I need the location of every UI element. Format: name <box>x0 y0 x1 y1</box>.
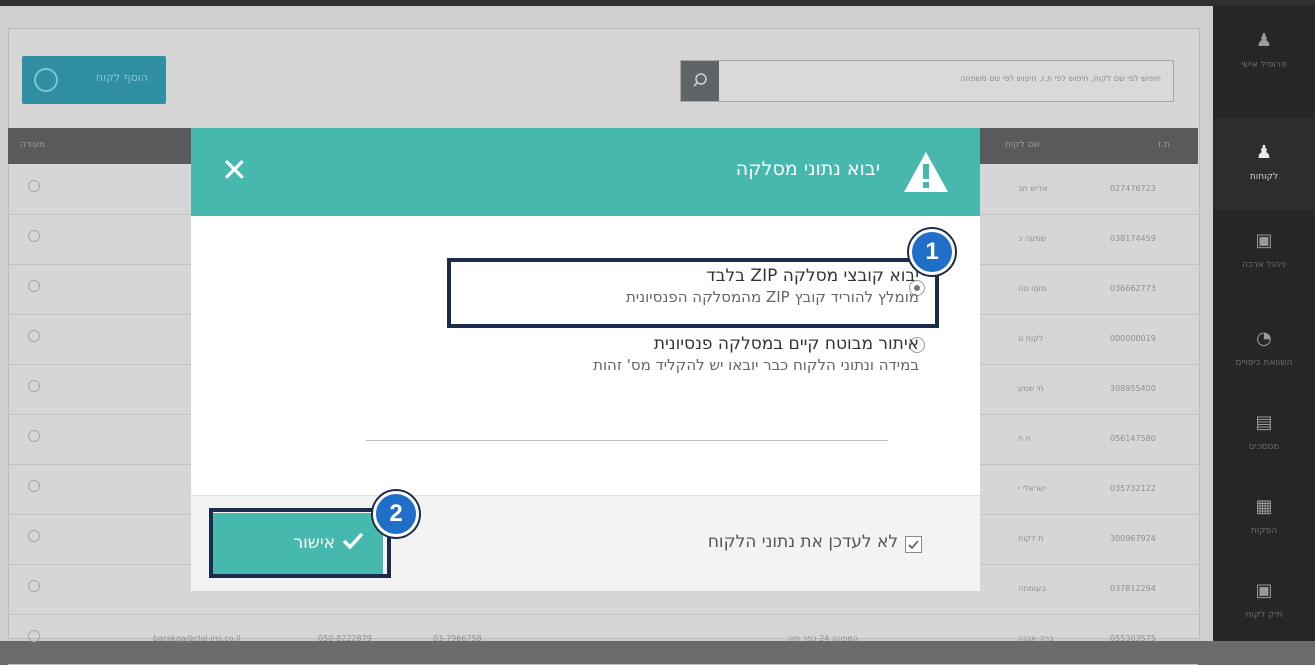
cell-name: ח ח <box>1018 434 1031 443</box>
sidebar-item-label: לקוחות <box>1249 172 1279 182</box>
cell-id: 027476723 <box>1110 184 1156 193</box>
highlight-confirm-button <box>209 508 391 578</box>
divider <box>366 440 888 441</box>
warning-icon <box>904 152 948 192</box>
gauge-icon: ◔ <box>1256 328 1272 349</box>
row-action-icon[interactable] <box>28 280 40 292</box>
column-header-notes: מעודה <box>20 140 45 150</box>
step-badge-2: 2 <box>373 491 419 537</box>
cell-id: 300967924 <box>1110 534 1156 543</box>
cell-id: 000000019 <box>1110 334 1156 343</box>
search-icon[interactable] <box>681 61 719 101</box>
column-header-name: שם לקוח <box>1004 140 1040 150</box>
cell-id: 035732122 <box>1110 484 1156 493</box>
cell-id: 038174459 <box>1110 234 1156 243</box>
cell-id: 308955400 <box>1110 384 1156 393</box>
documents-icon: ▤ <box>1255 412 1273 433</box>
row-action-icon[interactable] <box>28 180 40 192</box>
cell-id: 056147580 <box>1110 434 1156 443</box>
row-action-icon[interactable] <box>28 630 40 642</box>
cell-name: ברק אבנה <box>1018 634 1054 643</box>
row-action-icon[interactable] <box>28 430 40 442</box>
cell-id: 055303575 <box>1110 634 1156 643</box>
row-action-icon[interactable] <box>28 230 40 242</box>
cell-email: barakga@clal-ins.co.il <box>153 634 241 643</box>
close-icon[interactable]: ✕ <box>221 154 248 186</box>
row-action-icon[interactable] <box>28 580 40 592</box>
chart-icon: ▣ <box>1255 230 1273 251</box>
sidebar-item-chart[interactable]: ▣ ניהול ארכה <box>1213 206 1315 298</box>
option-title: איתור מבוטח קיים במסלקה פנסיונית <box>653 334 919 354</box>
report-icon: ▦ <box>1255 496 1273 517</box>
option-find-insured[interactable]: איתור מבוטח קיים במסלקה פנסיונית במידה ו… <box>319 333 919 375</box>
cell-name: מעוז טה <box>1018 284 1047 293</box>
cell-name: אדיש חב <box>1018 184 1048 193</box>
sidebar-item-reports[interactable]: ▦ הפקות <box>1213 472 1315 564</box>
folder-icon: ▣ <box>1255 580 1273 601</box>
clients-icon: ♟ <box>1255 142 1273 163</box>
highlight-zip-option <box>447 258 939 328</box>
option-subtitle: במידה ונתוני הלקוח כבר יובאו יש להקליד מ… <box>593 356 919 374</box>
cell-address: המפונה 24 כפר חיה <box>788 634 859 643</box>
cell-phone2: 03-7966758 <box>433 634 482 643</box>
cell-id: 037812294 <box>1110 584 1156 593</box>
row-action-icon[interactable] <box>28 530 40 542</box>
sidebar-item-label: מסמכים <box>1248 442 1280 452</box>
cell-name: חי שמע <box>1018 384 1044 393</box>
sidebar: ♟ פרופיל אישי ♟ לקוחות ▣ ניהול ארכה ◔ הש… <box>1213 6 1315 641</box>
table-row[interactable]: 055303575 ברק אבנה barakga@clal-ins.co.il 0… <box>8 614 1198 665</box>
row-action-icon[interactable] <box>28 380 40 392</box>
search-field[interactable]: חיפוש לפי שם לקוח, חיפוש לפי ת.ז, חיפוש … <box>680 60 1174 102</box>
column-header-id: ת.ז <box>1158 140 1170 150</box>
search-placeholder: חיפוש לפי שם לקוח, חיפוש לפי ת.ז, חיפוש … <box>960 74 1161 83</box>
sidebar-item-compare[interactable]: ◔ השוואת כיסויים <box>1213 304 1315 396</box>
plus-circle-icon <box>34 68 58 92</box>
dialog-title: יבוא נתוני מסלקה <box>735 158 880 180</box>
cell-id: 036662773 <box>1110 284 1156 293</box>
sidebar-item-label: פרופיל אישי <box>1241 60 1287 70</box>
sidebar-item-label: השוואת כיסויים <box>1235 358 1293 368</box>
sidebar-item-documents[interactable]: ▤ מסמכים <box>1213 388 1315 480</box>
sidebar-item-profile[interactable]: ♟ פרופיל אישי <box>1213 6 1315 98</box>
cell-name: לקוח ט <box>1018 334 1044 343</box>
sidebar-item-label: תיק לקוח <box>1245 610 1283 620</box>
dialog-header: יבוא נתוני מסלקה ✕ <box>191 128 980 216</box>
no-update-checkbox[interactable] <box>905 536 922 553</box>
sidebar-item-clients[interactable]: ♟ לקוחות <box>1213 118 1315 210</box>
sidebar-item-client-file[interactable]: ▣ תיק לקוח <box>1213 556 1315 648</box>
sidebar-item-label: הפקות <box>1250 526 1278 536</box>
add-client-label: הוסף לקוח <box>95 71 148 84</box>
cell-name: ישראלי י <box>1018 484 1046 493</box>
row-action-icon[interactable] <box>28 480 40 492</box>
cell-name: בעומחה <box>1018 584 1046 593</box>
sidebar-item-label: ניהול ארכה <box>1242 260 1286 270</box>
cell-name: שמעה כ <box>1018 234 1047 243</box>
row-action-icon[interactable] <box>28 330 40 342</box>
step-badge-1: 1 <box>909 229 955 275</box>
cell-phone1: 050-8222879 <box>318 634 372 643</box>
cell-name: ת לקוח <box>1018 534 1044 543</box>
user-icon: ♟ <box>1255 30 1273 51</box>
add-client-button[interactable]: הוסף לקוח <box>22 56 166 104</box>
no-update-label: לא לעדכן את נתוני הלקוח <box>707 532 898 552</box>
